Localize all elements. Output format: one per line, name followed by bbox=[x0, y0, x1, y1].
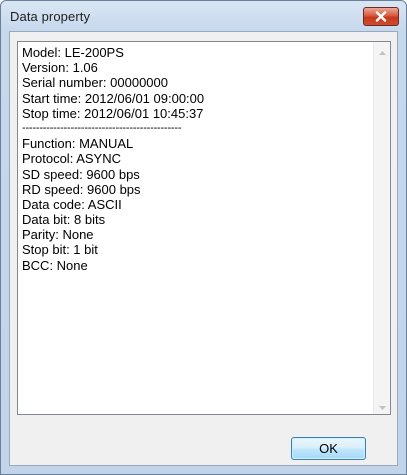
line-protocol: Protocol: ASYNC bbox=[22, 151, 121, 167]
dialog-body: Model: LE-200PS Version: 1.06 Serial num… bbox=[9, 31, 398, 466]
line-start-time: Start time: 2012/06/01 09:00:00 bbox=[22, 90, 205, 106]
window-title: Data property bbox=[10, 9, 91, 24]
vertical-scrollbar[interactable] bbox=[373, 42, 390, 414]
line-function: Function: MANUAL bbox=[22, 136, 134, 152]
close-button[interactable] bbox=[363, 7, 399, 26]
property-lines: Model: LE-200PS Version: 1.06 Serial num… bbox=[22, 45, 367, 273]
scroll-up-arrow-icon bbox=[378, 42, 386, 60]
data-property-textbox[interactable]: Model: LE-200PS Version: 1.06 Serial num… bbox=[17, 41, 391, 415]
separator-line: ----------------------------------------… bbox=[22, 121, 182, 134]
line-rd-speed: RD speed: 9600 bps bbox=[22, 181, 141, 197]
line-stop-time: Stop time: 2012/06/01 10:45:37 bbox=[22, 105, 204, 121]
scroll-up-button[interactable] bbox=[374, 42, 390, 59]
title-bar[interactable]: Data property bbox=[1, 1, 406, 31]
dialog-window: Data property Model: LE-200PS Version: 1… bbox=[0, 0, 407, 475]
line-version: Version: 1.06 bbox=[22, 60, 98, 76]
line-data-bit: Data bit: 8 bits bbox=[22, 212, 106, 228]
line-serial-number: Serial number: 00000000 bbox=[22, 75, 168, 91]
scroll-down-arrow-icon bbox=[378, 397, 386, 415]
ok-button[interactable]: OK bbox=[291, 437, 366, 460]
close-icon bbox=[375, 11, 387, 22]
line-bcc: BCC: None bbox=[22, 257, 88, 273]
line-stop-bit: Stop bit: 1 bit bbox=[22, 242, 98, 258]
line-sd-speed: SD speed: 9600 bps bbox=[22, 166, 140, 182]
scroll-down-button[interactable] bbox=[374, 397, 390, 414]
line-model: Model: LE-200PS bbox=[22, 45, 124, 60]
line-data-code: Data code: ASCII bbox=[22, 196, 122, 212]
line-parity: Parity: None bbox=[22, 227, 94, 243]
